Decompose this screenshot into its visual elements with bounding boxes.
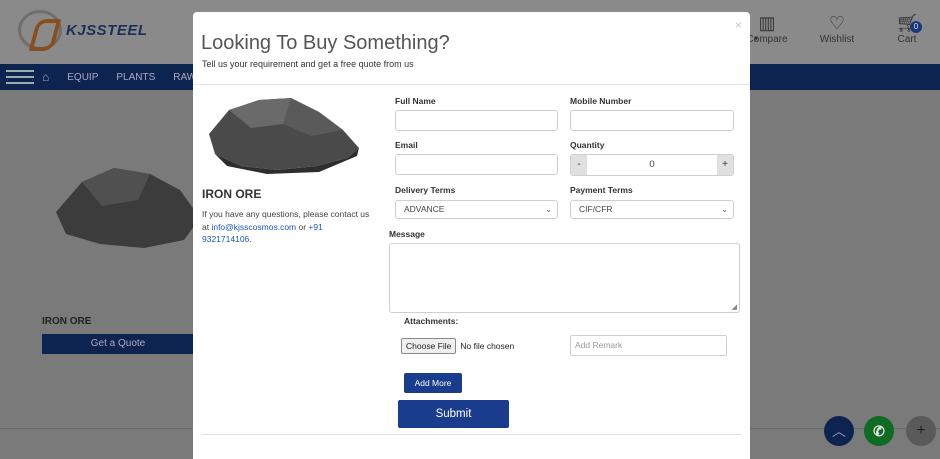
- expand-button[interactable]: +: [906, 416, 936, 446]
- chevron-down-icon: ⌄: [721, 205, 728, 214]
- quantity-increment-button[interactable]: +: [717, 155, 733, 175]
- choose-file-button[interactable]: Choose File: [401, 338, 457, 354]
- divider: [202, 434, 741, 435]
- cart-icon: 🛒︎: [895, 13, 919, 33]
- cart-count-badge: 0: [910, 21, 922, 33]
- delivery-terms-value: ADVANCE: [404, 204, 445, 214]
- contact-info: If you have any questions, please contac…: [202, 208, 372, 246]
- quantity-input[interactable]: 0: [587, 155, 717, 175]
- modal-subtitle: Tell us your requirement and get a free …: [202, 59, 414, 69]
- get-quote-button[interactable]: Get a Quote: [42, 334, 194, 354]
- menu-icon[interactable]: [6, 70, 34, 84]
- chevron-down-icon: ⌄: [545, 205, 552, 214]
- contact-email-link[interactable]: info@kjsscosmos.com: [211, 222, 296, 232]
- chevron-up-icon: ︿: [832, 423, 846, 439]
- submit-button[interactable]: Submit: [398, 400, 509, 428]
- payment-terms-label: Payment Terms: [570, 185, 633, 195]
- message-textarea[interactable]: ◢: [389, 243, 740, 313]
- mobile-label: Mobile Number: [570, 96, 632, 106]
- file-input[interactable]: Choose File No file chosen: [401, 338, 514, 354]
- heart-icon: ♡: [828, 13, 846, 33]
- file-status: No file chosen: [460, 341, 515, 351]
- email-label: Email: [395, 140, 418, 150]
- delivery-terms-select[interactable]: ADVANCE ⌄: [395, 200, 558, 219]
- payment-terms-value: CIF/CFR: [579, 204, 613, 214]
- compare-label: Compare: [746, 34, 788, 45]
- add-more-button[interactable]: Add More: [404, 373, 462, 393]
- home-icon[interactable]: ⌂: [42, 70, 49, 84]
- nav-item-plants[interactable]: PLANTS: [116, 72, 155, 83]
- resize-handle-icon[interactable]: ◢: [732, 303, 737, 311]
- whatsapp-button[interactable]: ✆: [864, 416, 894, 446]
- cart-label: Cart: [897, 34, 917, 45]
- remark-field[interactable]: Add Remark: [570, 335, 727, 356]
- message-label: Message: [389, 229, 425, 239]
- wishlist-label: Wishlist: [819, 34, 855, 45]
- payment-terms-select[interactable]: CIF/CFR ⌄: [570, 200, 734, 219]
- divider: [193, 84, 750, 85]
- site-logo[interactable]: KJSSTEEL: [18, 10, 148, 50]
- quantity-label: Quantity: [570, 140, 605, 150]
- close-icon[interactable]: ×: [735, 18, 742, 32]
- whatsapp-icon: ✆: [873, 423, 885, 439]
- contact-or: or: [296, 221, 309, 232]
- product-image[interactable]: [52, 160, 202, 250]
- attachments-label: Attachments:: [404, 316, 459, 326]
- mobile-field[interactable]: [570, 110, 734, 131]
- full-name-field[interactable]: [395, 110, 558, 131]
- modal-title: Looking To Buy Something?: [201, 32, 450, 54]
- cart-link[interactable]: 🛒︎ 0 Cart: [882, 12, 932, 45]
- product-label: IRON ORE: [42, 316, 92, 327]
- wishlist-link[interactable]: ♡ Wishlist: [812, 12, 862, 45]
- contact-suffix: .: [249, 234, 252, 244]
- logo-mark-icon: [18, 10, 62, 50]
- quantity-stepper: - 0 +: [570, 154, 734, 176]
- scroll-top-button[interactable]: ︿: [824, 416, 854, 446]
- full-name-label: Full Name: [395, 96, 436, 106]
- product-image: [209, 98, 359, 174]
- plus-icon: +: [916, 422, 926, 439]
- quantity-decrement-button[interactable]: -: [571, 155, 587, 175]
- quote-modal: × Looking To Buy Something? Tell us your…: [193, 12, 750, 459]
- delivery-terms-label: Delivery Terms: [395, 185, 456, 195]
- nav-item-equip[interactable]: EQUIP: [67, 72, 98, 83]
- email-field[interactable]: [395, 154, 558, 175]
- product-name: IRON ORE: [202, 187, 262, 201]
- logo-text: KJSSTEEL: [66, 22, 148, 39]
